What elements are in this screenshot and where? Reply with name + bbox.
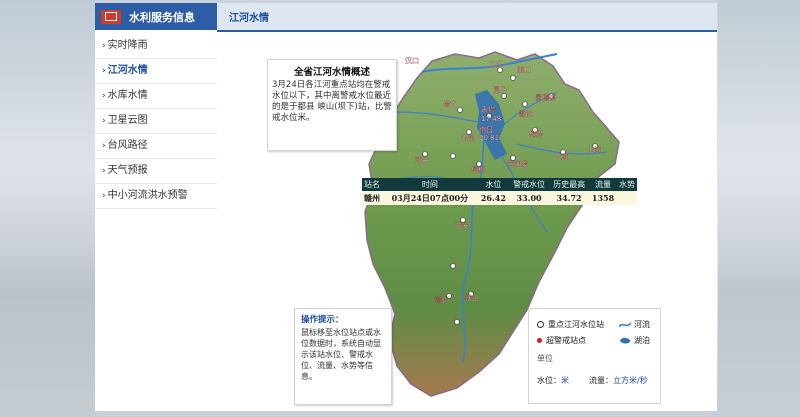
- chevron-right-icon: ›: [102, 166, 106, 176]
- map-area: 汉口 九江 湖口 星子 修水 永修 17.48 景德镇 鄱阳 外洲 南昌 20.…: [217, 32, 717, 411]
- map-label-xingzi: 星子: [493, 86, 507, 94]
- map-label-pingxiang: 萍乡: [415, 155, 429, 164]
- legend-units: 水位：米 流量：立方米/秒: [528, 369, 661, 404]
- map-label-xiashan: 峡山: [465, 293, 479, 302]
- sidebar: 水利服务信息 › 实时降雨 › 江河水情 › 水库水情 › 卫星云图 › 台风路径 › 天气…: [95, 3, 217, 411]
- station-dot[interactable]: [522, 101, 528, 107]
- legend-level-unit: 米: [561, 376, 569, 385]
- station-dot[interactable]: [450, 263, 456, 269]
- legend-river: 河流: [634, 320, 650, 329]
- col-trend: 水势: [616, 178, 637, 191]
- legend-station: 重点江河水位站: [548, 320, 604, 329]
- map-label-lijiadu: 李家渡: [507, 159, 528, 168]
- chevron-right-icon: ›: [102, 91, 106, 101]
- map-label-yiyang: 弋阳: [555, 152, 569, 161]
- col-time: 时间: [382, 178, 478, 191]
- legend-level-label: 水位：: [537, 376, 561, 385]
- cell-trend: [616, 191, 637, 205]
- col-station: 站名: [362, 178, 382, 191]
- sidebar-item-realtime-rain[interactable]: › 实时降雨: [95, 34, 217, 59]
- map-label-zhangshu: 樟树: [471, 165, 485, 174]
- station-data-table: 站名 时间 水位 警戒水位 历史最高 流量 水势 赣州 03月24日07点00分…: [362, 178, 637, 205]
- map-label-yongxiu: 永修: [481, 105, 495, 114]
- chevron-right-icon: ›: [102, 41, 106, 51]
- cell-flow: 1358: [589, 191, 617, 205]
- sidebar-item-flood-warning[interactable]: › 中小河流洪水预警: [95, 184, 217, 209]
- sidebar-title: 水利服务信息: [129, 10, 195, 24]
- legend-over-warning: 超警戒站点: [546, 336, 586, 345]
- chevron-right-icon: ›: [102, 191, 106, 201]
- page-title: 江河水情: [229, 13, 269, 24]
- sidebar-item-reservoir[interactable]: › 水库水情: [95, 84, 217, 109]
- map-label-nanchang-value: 20.81: [479, 134, 499, 142]
- chevron-right-icon: ›: [102, 116, 106, 126]
- map-legend: 重点江河水位站 河流 超警戒站点 湖泊 单位: [528, 308, 661, 370]
- table-header-row: 站名 时间 水位 警戒水位 历史最高 流量 水势: [362, 178, 637, 191]
- background-right: [718, 0, 800, 417]
- station-dot[interactable]: [457, 107, 463, 113]
- chevron-right-icon: ›: [102, 141, 106, 151]
- map-label-jian: 吉安: [455, 221, 469, 230]
- cell-station: 赣州: [362, 191, 382, 205]
- cell-time: 03月24日07点00分: [382, 191, 478, 205]
- station-dot[interactable]: [501, 93, 507, 99]
- station-dot[interactable]: [454, 319, 460, 325]
- col-historical-max: 历史最高: [549, 178, 590, 191]
- chevron-right-icon: ›: [102, 66, 106, 76]
- sidebar-menu: › 实时降雨 › 江河水情 › 水库水情 › 卫星云图 › 台风路径 › 天气预报 › 中小河…: [95, 34, 217, 209]
- legend-flow-label: 流量：: [589, 376, 613, 385]
- map-label-yongxiu-value: 17.48: [481, 115, 501, 123]
- station-dot-icon: [537, 321, 544, 328]
- map-label-jingdezhen: 景德镇: [535, 93, 556, 102]
- cell-warning: 33.00: [509, 191, 550, 205]
- table-row[interactable]: 赣州 03月24日07点00分 26.42 33.00 34.72 1358: [362, 191, 637, 205]
- overview-panel: 全省江河水情概述 3月24日各江河重点站均在警戒水位以下，其中离警戒水位最近的是…: [267, 59, 397, 151]
- service-logo-icon: [101, 9, 121, 24]
- map-label-hankou: 汉口: [405, 57, 419, 65]
- map-label-waizhou: 外洲: [461, 133, 475, 142]
- main-header: 江河水情: [217, 3, 717, 32]
- map-label-nanchang: 南昌: [479, 125, 493, 134]
- map-label-hukou: 湖口: [517, 65, 531, 74]
- cell-level: 26.42: [477, 191, 510, 205]
- sidebar-item-satellite[interactable]: › 卫星云图: [95, 109, 217, 134]
- map-label-poyang: 鄱阳: [519, 109, 533, 118]
- background-left: [0, 0, 95, 417]
- station-dot[interactable]: [510, 75, 516, 81]
- col-flow: 流量: [589, 178, 617, 191]
- station-dot[interactable]: [497, 67, 503, 73]
- station-dot[interactable]: [450, 153, 456, 159]
- sidebar-header: 水利服务信息: [95, 3, 217, 30]
- col-level: 水位: [477, 178, 510, 191]
- warning-dot-icon: [537, 338, 542, 343]
- lake-icon: [620, 337, 631, 344]
- legend-lake: 湖泊: [634, 336, 650, 345]
- cell-historical-max: 34.72: [549, 191, 590, 205]
- map-label-jiujiang: 九江: [489, 59, 503, 68]
- sidebar-item-typhoon[interactable]: › 台风路径: [95, 134, 217, 159]
- col-warning: 警戒水位: [509, 178, 550, 191]
- legend-flow-unit: 立方米/秒: [613, 376, 648, 385]
- hint-title: 操作提示：: [301, 315, 344, 325]
- sidebar-item-river-level[interactable]: › 江河水情: [95, 59, 217, 84]
- legend-unit-title: 单位: [537, 354, 553, 363]
- map-label-shangrao: 上饶: [587, 145, 601, 154]
- river-icon: [619, 321, 631, 327]
- sidebar-item-weather[interactable]: › 天气预报: [95, 159, 217, 184]
- overview-text: 3月24日各江河重点站均在警戒水位以下，其中离警戒水位最近的是于都县 峡山(坝下…: [272, 80, 392, 123]
- map-label-meigang: 梅港: [529, 129, 543, 138]
- main-panel: 江河水情 汉口 九江 湖口 星子 修水 永修 17.48 景德镇 鄱阳 外洲 南…: [217, 3, 717, 411]
- hint-text: 鼠标移至水位站点或水位数据时，系统自动显示该站水位、警戒水位、流量、水势等信息。: [301, 328, 381, 381]
- map-label-ganzhou: 赣州: [435, 295, 449, 304]
- operation-hint-panel: 操作提示： 鼠标移至水位站点或水位数据时，系统自动显示该站水位、警戒水位、流量、…: [294, 308, 392, 405]
- overview-title: 全省江河水情概述: [293, 67, 370, 78]
- map-label-xiushui: 修水: [443, 99, 457, 108]
